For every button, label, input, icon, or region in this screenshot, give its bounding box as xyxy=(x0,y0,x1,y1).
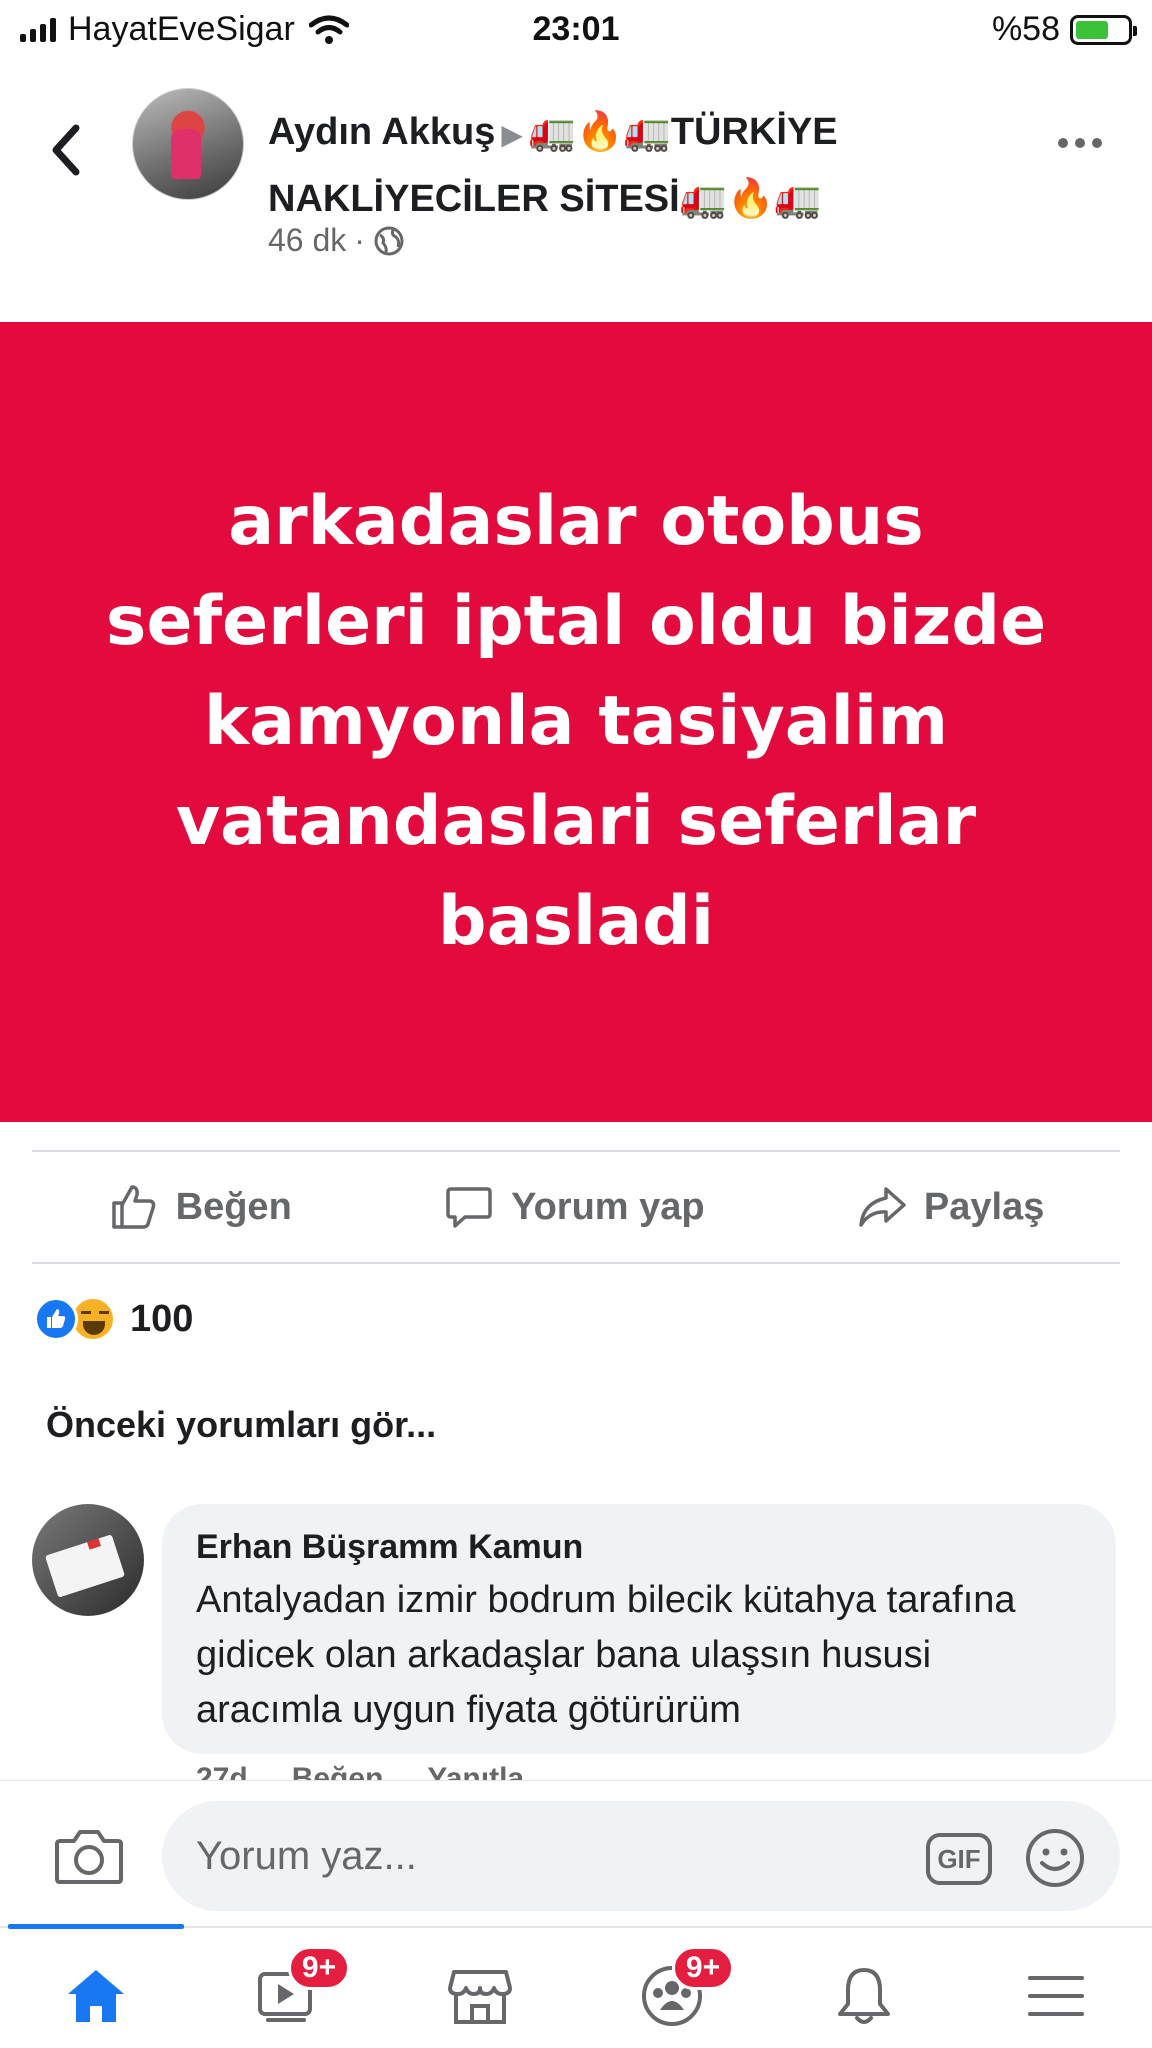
arrow-right-icon: ▶ xyxy=(501,119,523,150)
action-bar: Beğen Yorum yap Paylaş xyxy=(32,1150,1120,1264)
bell-icon xyxy=(838,1968,890,2024)
status-bar: HayatEveSigar 23:01 %58 xyxy=(0,0,1152,62)
meta-separator: · xyxy=(354,222,365,258)
share-label: Paylaş xyxy=(923,1185,1045,1228)
camera-button[interactable] xyxy=(54,1827,124,1885)
menu-icon xyxy=(1028,1976,1084,2016)
marketplace-icon xyxy=(448,1970,512,2024)
reaction-summary[interactable]: 100 xyxy=(34,1296,193,1342)
battery-percent: %58 xyxy=(991,10,1060,48)
nav-home[interactable] xyxy=(56,1956,136,2036)
thumbs-up-icon xyxy=(111,1185,155,1229)
emoji-button[interactable] xyxy=(1024,1827,1086,1889)
nav-marketplace[interactable] xyxy=(440,1956,520,2036)
like-button[interactable]: Beğen xyxy=(108,1181,292,1233)
globe-icon xyxy=(374,226,404,255)
comment-composer: GIF xyxy=(0,1780,1152,1926)
comment-author[interactable]: Erhan Büşramm Kamun xyxy=(196,1528,1082,1567)
post-image-text: arkadaslar otobus seferleri iptal oldu b… xyxy=(105,482,1047,961)
nav-notifications[interactable] xyxy=(824,1956,904,2036)
smiley-icon xyxy=(1026,1829,1084,1887)
comment-input-container: GIF xyxy=(162,1801,1120,1911)
nav-menu[interactable] xyxy=(1016,1956,1096,2036)
comment-label: Yorum yap xyxy=(511,1185,705,1228)
nav-video[interactable]: 9+ xyxy=(248,1946,350,2036)
chevron-left-icon xyxy=(52,124,80,176)
camera-icon xyxy=(55,1830,123,1884)
groups-badge: 9+ xyxy=(672,1946,734,1990)
previous-comments-link[interactable]: Önceki yorumları gör... xyxy=(46,1404,436,1446)
post-meta: 46 dk · xyxy=(268,222,405,259)
author-name[interactable]: Aydın Akkuş xyxy=(268,111,495,153)
active-tab-indicator xyxy=(8,1924,184,1929)
share-button[interactable]: Paylaş xyxy=(856,1181,1044,1233)
comment-icon xyxy=(446,1187,492,1228)
commenter-avatar[interactable] xyxy=(32,1504,144,1616)
home-icon xyxy=(68,1970,124,2022)
back-button[interactable] xyxy=(44,120,88,180)
comment-bubble: Erhan Büşramm Kamun Antalyadan izmir bod… xyxy=(162,1504,1116,1754)
post-title: Aydın Akkuş ▶ 🚛🔥🚛TÜRKİYE NAKLİYECİLER SİTE… xyxy=(268,100,988,231)
post-header: Aydın Akkuş ▶ 🚛🔥🚛TÜRKİYE NAKLİYECİLER SİTE… xyxy=(0,70,1152,280)
reaction-count: 100 xyxy=(130,1297,194,1340)
like-label: Beğen xyxy=(175,1185,292,1228)
clock: 23:01 xyxy=(532,10,620,48)
post-time[interactable]: 46 dk xyxy=(268,222,346,259)
bottom-nav: 9+ 9+ xyxy=(0,1924,1152,2048)
more-options-button[interactable] xyxy=(1058,128,1108,158)
post-image[interactable]: arkadaslar otobus seferleri iptal oldu b… xyxy=(0,322,1152,1122)
video-badge: 9+ xyxy=(288,1946,350,1990)
comment-button[interactable]: Yorum yap xyxy=(443,1181,705,1233)
author-avatar[interactable] xyxy=(132,88,244,200)
share-icon xyxy=(859,1187,906,1227)
comment-text: Antalyadan izmir bodrum bilecik kütahya … xyxy=(196,1579,1016,1731)
gif-button[interactable]: GIF xyxy=(926,1833,992,1885)
like-reaction-icon xyxy=(34,1297,78,1341)
nav-groups[interactable]: 9+ xyxy=(632,1946,734,2036)
comment-input[interactable] xyxy=(196,1833,816,1879)
battery-icon xyxy=(1070,14,1137,45)
